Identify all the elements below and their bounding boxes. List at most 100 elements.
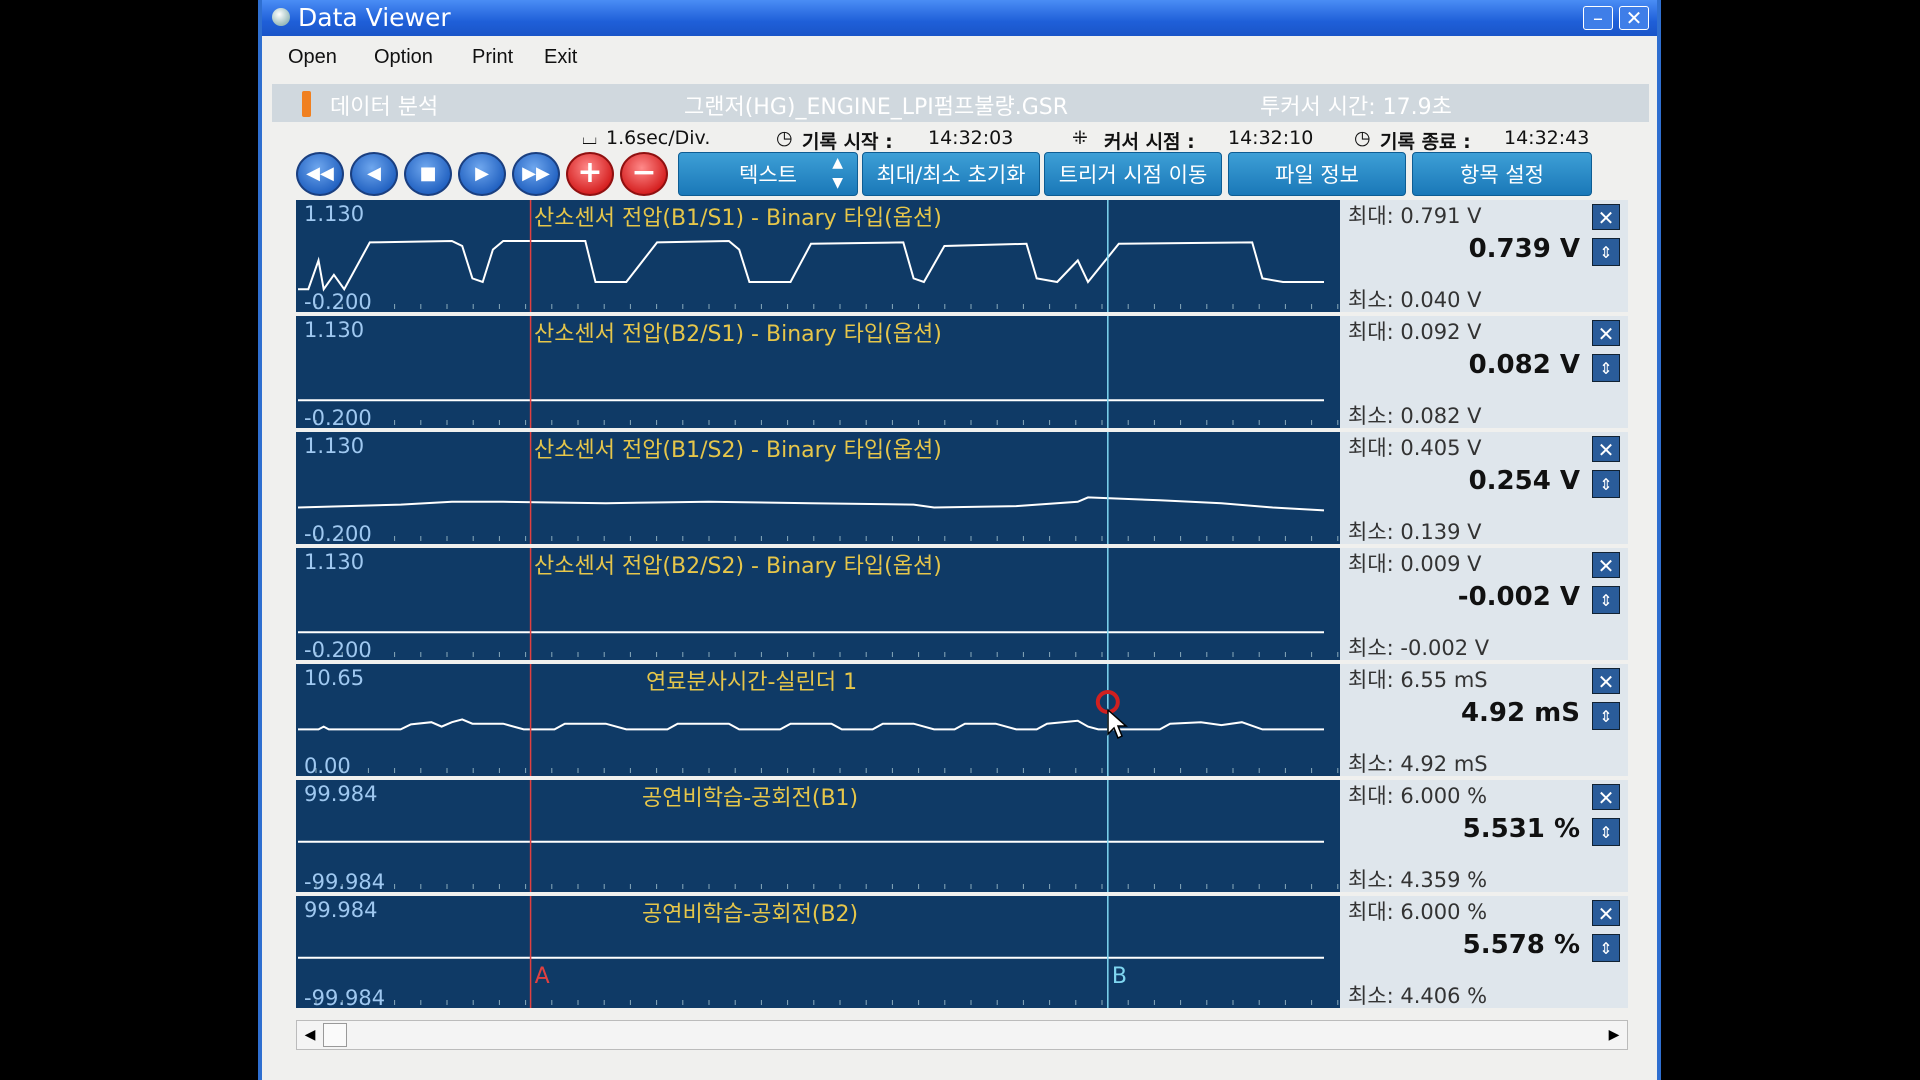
window-title: Data Viewer	[298, 3, 451, 32]
value-panel: 최대: 6.000 % 5.578 % 최소: 4.406 % ✕ ⇕	[1340, 896, 1628, 1008]
max-value: 최대: 0.405 V	[1348, 436, 1482, 460]
cursor-label: 커서 시점 :	[1104, 131, 1195, 153]
signal-trace	[298, 718, 1324, 731]
menu-exit[interactable]: Exit	[544, 46, 577, 69]
graph-plot[interactable]: 1.130 -0.200 산소센서 전압(B2/S2) - Binary 타입(옵션…	[296, 548, 1340, 662]
min-value: 최소: 4.406 %	[1348, 984, 1488, 1008]
scale-max: 99.984	[304, 782, 378, 806]
cursor-b-label: B	[1111, 964, 1127, 989]
close-icon[interactable]: ✕	[1592, 204, 1620, 230]
move-updown-icon[interactable]: ⇕	[1592, 470, 1620, 498]
prev-icon: ◀	[367, 163, 381, 184]
close-icon[interactable]: ✕	[1592, 668, 1620, 694]
graph-area: 1.130 -0.200 산소센서 전압(B1/S1) - Binary 타입(옵션…	[296, 200, 1628, 1010]
next-button[interactable]: ▶	[458, 152, 506, 196]
current-value: 0.254 V	[1468, 466, 1580, 496]
move-updown-icon[interactable]: ⇕	[1592, 818, 1620, 846]
menu-bar: Open Option Print Exit	[262, 36, 1657, 80]
scale-max: 1.130	[304, 202, 365, 226]
graph-plot[interactable]: 1.130 -0.200 산소센서 전압(B2/S1) - Binary 타입(옵션…	[296, 316, 1340, 430]
time-per-div: 1.6sec/Div.	[606, 127, 711, 149]
forward-icon: ▶▶	[522, 163, 550, 184]
move-updown-icon[interactable]: ⇕	[1592, 354, 1620, 382]
close-icon[interactable]: ✕	[1592, 552, 1620, 578]
data-viewer-window: Data Viewer – ✕ Open Option Print Exit 데…	[258, 0, 1661, 1080]
value-panel: 최대: 0.791 V 0.739 V 최소: 0.040 V ✕ ⇕	[1340, 200, 1628, 312]
clock-icon: ◷	[776, 127, 793, 149]
scale-max: 1.130	[304, 318, 365, 342]
graph-plot[interactable]: 10.65 0.00 연료분사시간-실린더 1	[296, 664, 1340, 778]
scroll-right-icon[interactable]: ▶	[1601, 1021, 1627, 1049]
scroll-thumb[interactable]	[323, 1023, 347, 1047]
horizontal-scrollbar[interactable]: ◀ ▶	[296, 1020, 1628, 1050]
max-value: 최대: 0.092 V	[1348, 320, 1482, 344]
current-value: 5.531 %	[1462, 814, 1580, 844]
min-value: 최소: 0.040 V	[1348, 288, 1482, 312]
scale-max: 10.65	[304, 666, 365, 690]
scale-min: -0.200	[304, 638, 372, 662]
item-settings-button[interactable]: 항목 설정	[1412, 152, 1592, 196]
prev-button[interactable]: ◀	[350, 152, 398, 196]
move-updown-icon[interactable]: ⇕	[1592, 586, 1620, 614]
close-icon[interactable]: ✕	[1592, 436, 1620, 462]
current-value: 5.578 %	[1462, 930, 1580, 960]
graph-panel: 1.130 -0.200 산소센서 전압(B2/S1) - Binary 타입(옵션…	[296, 316, 1628, 430]
close-icon[interactable]: ✕	[1592, 320, 1620, 346]
cursor-point-time: 14:32:10	[1228, 127, 1314, 149]
move-updown-icon[interactable]: ⇕	[1592, 934, 1620, 962]
move-updown-icon[interactable]: ⇕	[1592, 238, 1620, 266]
menu-option[interactable]: Option	[374, 46, 433, 69]
minimize-icon[interactable]: –	[1583, 6, 1613, 30]
reset-minmax-button[interactable]: 최대/최소 초기화	[862, 152, 1040, 196]
min-value: 최소: 0.139 V	[1348, 520, 1482, 544]
close-icon[interactable]: ✕	[1592, 784, 1620, 810]
title-bar[interactable]: Data Viewer – ✕	[262, 0, 1657, 36]
add-button[interactable]: +	[566, 152, 614, 196]
value-panel: 최대: 6.55 mS 4.92 mS 최소: 4.92 mS ✕ ⇕	[1340, 664, 1628, 776]
record-end-label: 기록 종료 :	[1380, 131, 1471, 153]
forward-button[interactable]: ▶▶	[512, 152, 560, 196]
graph-panel: 99.984 -99.984 공연비학습-공회전(B1) 최대: 6.000 % 5.5…	[296, 780, 1628, 894]
min-value: 최소: -0.002 V	[1348, 636, 1490, 660]
stop-button[interactable]: ■	[404, 152, 452, 196]
max-value: 최대: 6.000 %	[1348, 900, 1488, 924]
signal-trace	[297, 496, 1325, 512]
graph-panel: 1.130 -0.200 산소센서 전압(B1/S2) - Binary 타입(옵션…	[296, 432, 1628, 546]
graph-title: 공연비학습-공회전(B1)	[642, 786, 859, 811]
rewind-button[interactable]: ◀◀	[296, 152, 344, 196]
cursor-a-label: A	[534, 964, 550, 989]
graph-plot[interactable]: 1.130 -0.200 산소센서 전압(B1/S2) - Binary 타입(옵션…	[296, 432, 1340, 546]
remove-button[interactable]: −	[620, 152, 668, 196]
cursor-labels: A B	[296, 958, 1340, 998]
text-mode-button[interactable]: 텍스트 ▲ ▼	[678, 152, 858, 196]
move-updown-icon[interactable]: ⇕	[1592, 702, 1620, 730]
section-title: 데이터 분석	[330, 95, 439, 120]
current-value: 4.92 mS	[1460, 698, 1580, 728]
graph-plot[interactable]: 99.984 -99.984 공연비학습-공회전(B1)	[296, 780, 1340, 894]
graph-panel: 1.130 -0.200 산소센서 전압(B1/S1) - Binary 타입(옵션…	[296, 200, 1628, 314]
menu-open[interactable]: Open	[288, 46, 337, 69]
scale-max: 1.130	[304, 434, 365, 458]
graph-title: 산소센서 전압(B1/S1) - Binary 타입(옵션)	[534, 206, 942, 231]
scale-max: 1.130	[304, 550, 365, 574]
max-value: 최대: 0.791 V	[1348, 204, 1482, 228]
stop-icon: ■	[419, 163, 437, 184]
graph-title: 산소센서 전압(B2/S1) - Binary 타입(옵션)	[534, 322, 942, 347]
record-end-time: 14:32:43	[1504, 127, 1590, 149]
close-icon[interactable]: ✕	[1592, 900, 1620, 926]
scroll-left-icon[interactable]: ◀	[297, 1021, 323, 1049]
scale-min: -99.984	[304, 870, 386, 894]
trigger-move-button[interactable]: 트리거 시점 이동	[1044, 152, 1222, 196]
close-icon[interactable]: ✕	[1619, 6, 1649, 30]
menu-print[interactable]: Print	[472, 46, 513, 69]
scale-min: -0.200	[304, 406, 372, 430]
graph-plot[interactable]: 1.130 -0.200 산소센서 전압(B1/S1) - Binary 타입(옵션…	[296, 200, 1340, 314]
record-start-label: 기록 시작 :	[802, 131, 893, 153]
graph-title: 공연비학습-공회전(B2)	[642, 902, 859, 927]
file-info-button[interactable]: 파일 정보	[1228, 152, 1406, 196]
value-panel: 최대: 6.000 % 5.531 % 최소: 4.359 % ✕ ⇕	[1340, 780, 1628, 892]
section-marker	[302, 91, 311, 117]
time-div-icon: ⌴	[582, 127, 598, 149]
cursor-time: 투커서 시간: 17.9초	[1260, 95, 1452, 120]
record-start-time: 14:32:03	[928, 127, 1014, 149]
